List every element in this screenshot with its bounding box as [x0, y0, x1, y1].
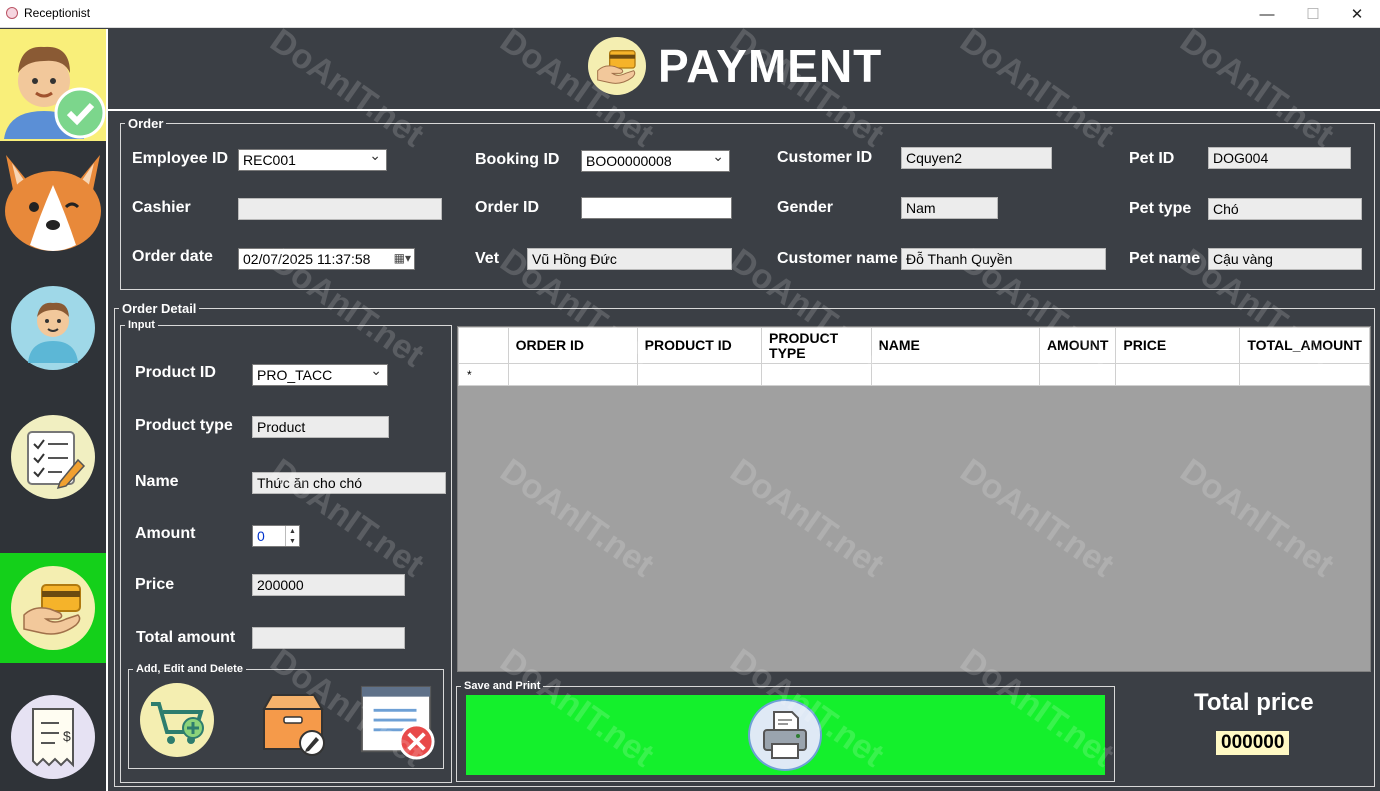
- edit-product-button[interactable]: [254, 683, 332, 761]
- employee-id-label: Employee ID: [132, 150, 229, 167]
- delete-list-icon: [360, 685, 435, 760]
- column-header-order-id[interactable]: ORDER ID: [507, 327, 638, 364]
- pet-id-label: Pet ID: [1129, 150, 1175, 167]
- column-header-name[interactable]: NAME: [870, 327, 1040, 364]
- name-field[interactable]: Thức ăn cho chó: [252, 472, 446, 494]
- printer-icon: [748, 699, 822, 771]
- payment-card-icon: [23, 584, 81, 635]
- table-cell[interactable]: [636, 363, 763, 386]
- checklist-icon: [27, 431, 86, 490]
- input-legend: Input: [128, 319, 155, 331]
- product-id-select[interactable]: PRO_TACC: [252, 364, 388, 386]
- order-detail-legend: Order Detail: [122, 301, 197, 316]
- header-divider: [108, 109, 1380, 111]
- main-panel: PAYMENT Order Employee ID REC001 Booking…: [106, 22, 1380, 791]
- sidebar-item-pets[interactable]: [0, 145, 106, 257]
- cashier-field[interactable]: [238, 198, 442, 220]
- invoice-icon: $: [32, 708, 74, 768]
- amount-label: Amount: [135, 525, 196, 542]
- pet-name-field[interactable]: Cậu vàng: [1208, 248, 1362, 270]
- minimize-button[interactable]: —: [1244, 0, 1290, 28]
- pet-type-label: Pet type: [1129, 200, 1192, 217]
- corgi-icon: [5, 155, 101, 251]
- product-type-field[interactable]: Product: [252, 416, 389, 438]
- total-amount-label: Total amount: [136, 629, 236, 646]
- price-label: Price: [135, 576, 175, 593]
- save-print-button[interactable]: [466, 695, 1105, 775]
- gender-field[interactable]: Nam: [901, 197, 998, 219]
- customer-icon: [28, 302, 78, 363]
- product-id-label: Product ID: [135, 364, 216, 381]
- new-row-marker: *: [458, 363, 509, 386]
- employee-id-select[interactable]: REC001: [238, 149, 387, 171]
- maximize-button[interactable]: ☐: [1290, 0, 1336, 28]
- table-cell[interactable]: [1239, 363, 1370, 386]
- actions-legend: Add, Edit and Delete: [136, 663, 243, 675]
- sidebar-item-invoice[interactable]: $: [0, 681, 106, 791]
- stepper-arrows-icon[interactable]: ▲ ▼: [285, 526, 299, 546]
- column-header-product-id[interactable]: PRODUCT ID: [636, 327, 763, 364]
- order-date-picker[interactable]: 02/07/2025 11:37:58: [238, 248, 415, 270]
- cashier-label: Cashier: [132, 199, 191, 216]
- add-to-cart-button[interactable]: [138, 681, 216, 759]
- page-title: PAYMENT: [658, 40, 883, 92]
- amount-stepper[interactable]: 0 ▲ ▼: [252, 525, 300, 547]
- table-cell[interactable]: [1038, 363, 1117, 386]
- sidebar-item-payment[interactable]: [0, 553, 106, 663]
- order-id-field[interactable]: [581, 197, 732, 219]
- sidebar-item-receptionist[interactable]: [0, 29, 106, 141]
- sidebar-item-records[interactable]: [0, 401, 106, 513]
- order-detail-grid[interactable]: ORDER ID PRODUCT ID PRODUCT TYPE NAME AM…: [457, 326, 1371, 672]
- order-id-label: Order ID: [475, 199, 540, 216]
- window-title: Receptionist: [24, 6, 91, 20]
- table-cell[interactable]: [507, 363, 638, 386]
- booking-id-label: Booking ID: [475, 151, 560, 168]
- close-button[interactable]: ✕: [1334, 0, 1380, 28]
- column-header-price[interactable]: PRICE: [1115, 327, 1241, 364]
- customer-id-field[interactable]: Cquyen2: [901, 147, 1052, 169]
- save-print-legend: Save and Print: [464, 680, 541, 692]
- column-header-product-type[interactable]: PRODUCT TYPE: [761, 327, 872, 364]
- payment-logo-icon: [588, 37, 646, 95]
- pet-type-field[interactable]: Chó: [1208, 198, 1362, 220]
- app-icon: [6, 7, 18, 19]
- delete-product-button[interactable]: [358, 683, 436, 761]
- table-cell[interactable]: [761, 363, 872, 386]
- customer-name-label: Customer name: [777, 250, 898, 267]
- vet-label: Vet: [475, 250, 500, 267]
- edit-box-icon: [262, 694, 325, 756]
- title-bar: Receptionist — ☐ ✕: [0, 0, 1380, 28]
- row-header-corner: [458, 327, 509, 364]
- add-cart-icon: [140, 683, 214, 757]
- sidebar-item-customers[interactable]: [0, 272, 106, 384]
- customer-id-label: Customer ID: [777, 149, 873, 166]
- pet-name-label: Pet name: [1129, 250, 1201, 267]
- column-header-amount[interactable]: AMOUNT: [1038, 327, 1117, 364]
- order-legend: Order: [128, 116, 164, 131]
- booking-id-select[interactable]: BOO0000008: [581, 150, 730, 172]
- sidebar: $: [0, 29, 106, 791]
- amount-value: 0: [257, 528, 265, 544]
- total-price-value: 000000: [1216, 731, 1290, 755]
- name-label: Name: [135, 473, 179, 490]
- product-type-label: Product type: [135, 417, 233, 434]
- customer-name-field[interactable]: Đỗ Thanh Quyền: [901, 248, 1106, 270]
- total-amount-field[interactable]: [252, 627, 405, 649]
- vet-field[interactable]: Vũ Hồng Đức: [527, 248, 732, 270]
- table-row-new[interactable]: *: [458, 363, 1370, 386]
- pet-id-field[interactable]: DOG004: [1208, 147, 1351, 169]
- order-detail-table: ORDER ID PRODUCT ID PRODUCT TYPE NAME AM…: [458, 327, 1370, 386]
- table-cell[interactable]: [870, 363, 1040, 386]
- price-field[interactable]: 200000: [252, 574, 405, 596]
- table-cell[interactable]: [1115, 363, 1241, 386]
- total-price-label: Total price: [1194, 689, 1314, 716]
- receptionist-check-icon: [4, 46, 106, 139]
- column-header-total-amount[interactable]: TOTAL_AMOUNT: [1239, 327, 1370, 364]
- svg-text:$: $: [63, 728, 71, 744]
- order-date-label: Order date: [132, 248, 213, 265]
- gender-label: Gender: [777, 199, 834, 216]
